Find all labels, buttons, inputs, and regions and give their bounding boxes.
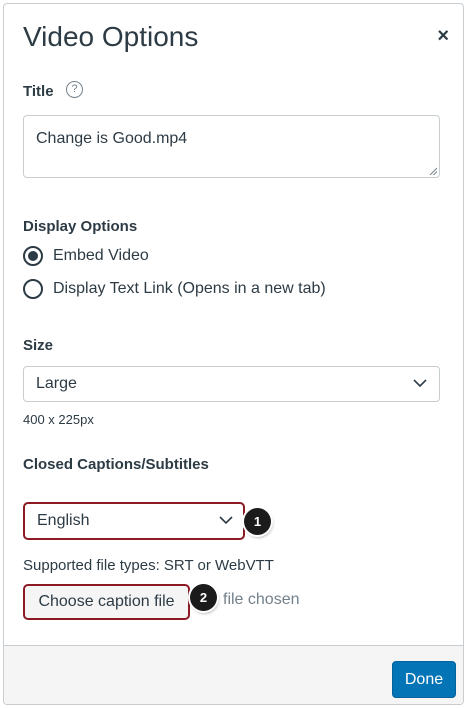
radio-label-text-link: Display Text Link (Opens in a new tab)	[53, 280, 326, 297]
radio-display-text-link[interactable]: Display Text Link (Opens in a new tab)	[23, 279, 326, 299]
title-value: Change is Good.mp4	[36, 130, 188, 147]
language-selected-value: English	[37, 512, 90, 529]
chevron-down-icon	[219, 516, 233, 525]
size-dimensions: 400 x 225px	[23, 412, 94, 427]
size-select[interactable]: Large	[23, 366, 440, 402]
dialog-footer: Done	[4, 645, 463, 704]
close-icon[interactable]: ×	[437, 24, 449, 48]
choose-caption-file-button[interactable]: Choose caption file	[23, 584, 190, 620]
done-button[interactable]: Done	[392, 661, 456, 698]
radio-label-embed: Embed Video	[53, 247, 149, 264]
display-options-label: Display Options	[23, 218, 138, 235]
chevron-down-icon	[413, 379, 427, 388]
size-label: Size	[23, 337, 54, 354]
captions-label: Closed Captions/Subtitles	[23, 456, 209, 473]
help-icon[interactable]: ?	[66, 81, 83, 98]
resize-grip-icon[interactable]	[429, 167, 437, 175]
radio-checked-icon[interactable]	[23, 246, 43, 266]
radio-embed-video[interactable]: Embed Video	[23, 246, 149, 266]
dialog-title: Video Options	[23, 21, 199, 52]
file-chosen-status: file chosen	[223, 591, 300, 608]
callout-badge-1: 1	[244, 508, 271, 535]
title-label: Title	[23, 83, 54, 100]
size-selected-value: Large	[36, 375, 77, 392]
callout-badge-2: 2	[190, 584, 217, 611]
caption-language-select[interactable]: English	[23, 502, 245, 540]
title-textarea[interactable]: Change is Good.mp4	[23, 115, 440, 178]
radio-unchecked-icon[interactable]	[23, 279, 43, 299]
supported-file-types: Supported file types: SRT or WebVTT	[23, 557, 274, 574]
video-options-dialog: Video Options × Title ? Change is Good.m…	[3, 3, 464, 705]
